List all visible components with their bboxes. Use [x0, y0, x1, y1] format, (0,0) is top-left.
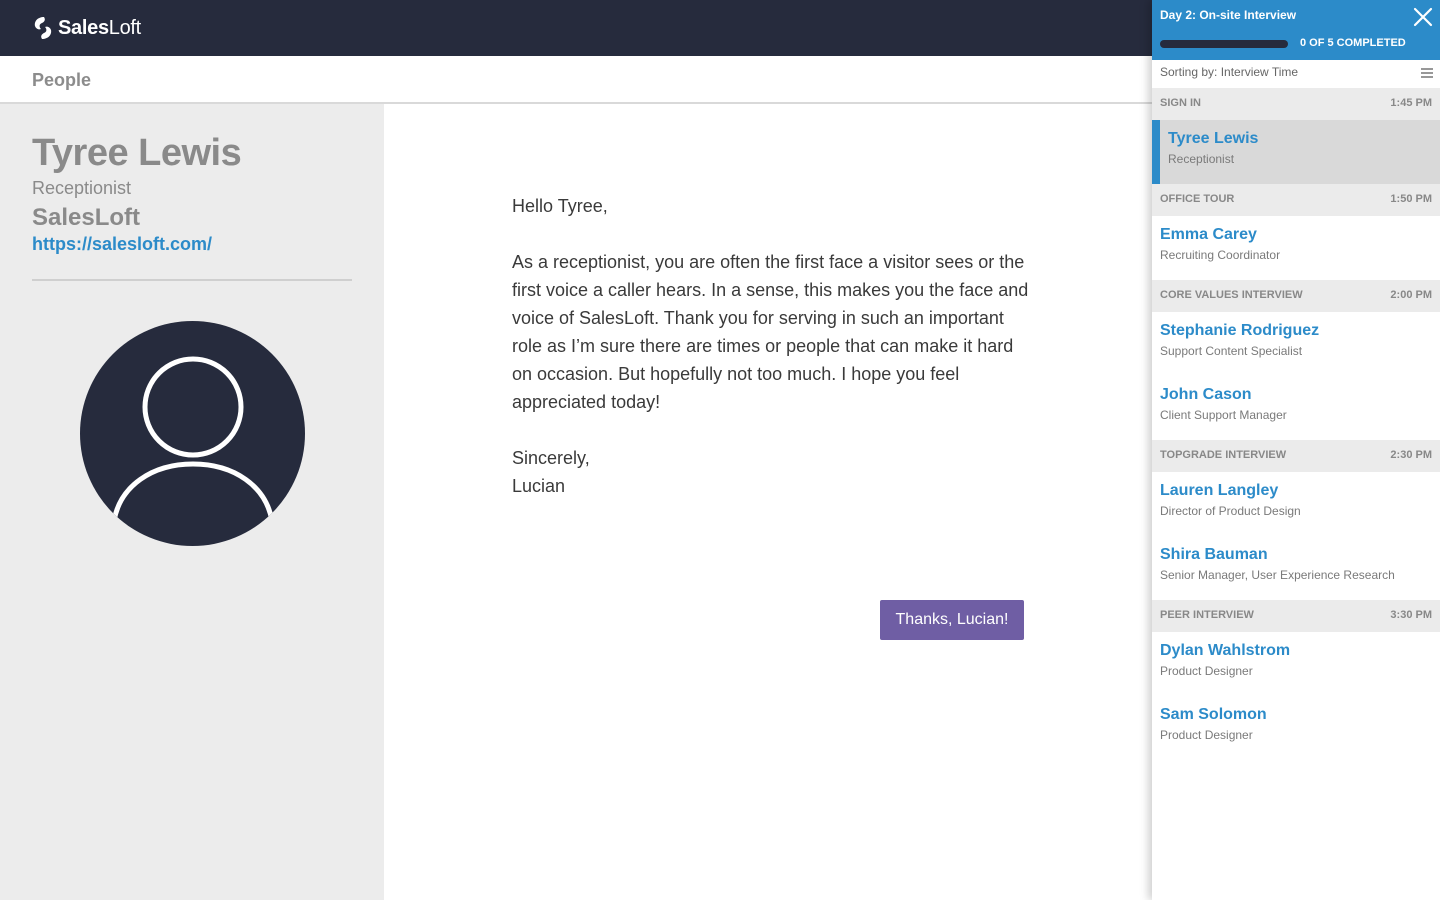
section-time: 1:45 PM: [1390, 97, 1432, 109]
section-time: 2:00 PM: [1390, 289, 1432, 301]
section-label: OFFICE TOUR: [1160, 193, 1235, 205]
page-title[interactable]: People: [32, 70, 91, 91]
sort-label[interactable]: Sorting by: Interview Time: [1160, 65, 1298, 79]
entry-name: Emma Carey: [1160, 226, 1257, 243]
section-header: PEER INTERVIEW 3:30 PM: [1152, 600, 1440, 632]
schedule-entry-tyree-lewis[interactable]: Tyree Lewis Receptionist: [1152, 120, 1440, 184]
person-company: SalesLoft: [32, 204, 141, 231]
breadcrumb-bar: People: [0, 56, 1152, 104]
entry-name: Stephanie Rodriguez: [1160, 322, 1320, 339]
section-header: TOPGRADE INTERVIEW 2:30 PM: [1152, 440, 1440, 472]
letter-signature: Lucian: [512, 476, 566, 496]
logo-text-light: Loft: [108, 16, 141, 39]
entry-role: Product Designer: [1160, 664, 1253, 678]
user-avatar-icon: [111, 356, 275, 522]
avatar: [80, 321, 305, 546]
sidebar-title: Day 2: On-site Interview: [1160, 8, 1297, 22]
section-header: SIGN IN 1:45 PM: [1152, 88, 1440, 120]
letter-greeting: Hello Tyree,: [512, 196, 608, 216]
schedule-entry-sam-solomon[interactable]: Sam Solomon Product Designer: [1152, 696, 1440, 760]
profile-divider: [32, 279, 352, 281]
letter-closing: Sincerely,: [512, 448, 590, 468]
section-time: 1:50 PM: [1390, 193, 1432, 205]
sidebar-header: Day 2: On-site Interview 0 OF 5 COMPLETE…: [1152, 0, 1440, 60]
schedule-entry-stephanie-rodriguez[interactable]: Stephanie Rodriguez Support Content Spec…: [1152, 312, 1440, 376]
entry-role: Director of Product Design: [1160, 504, 1301, 518]
schedule-entry-emma-carey[interactable]: Emma Carey Recruiting Coordinator: [1152, 216, 1440, 280]
section-time: 3:30 PM: [1390, 609, 1432, 621]
entry-role: Recruiting Coordinator: [1160, 248, 1281, 262]
progress-text: 0 OF 5 COMPLETED: [1300, 37, 1406, 49]
schedule-entry-shira-bauman[interactable]: Shira Bauman Senior Manager, User Experi…: [1152, 536, 1440, 600]
person-role: Receptionist: [32, 178, 132, 198]
section-label: TOPGRADE INTERVIEW: [1160, 449, 1287, 461]
person-profile-panel: Tyree Lewis Receptionist SalesLoft https…: [0, 104, 384, 900]
person-website-link[interactable]: https://salesloft.com/: [32, 234, 212, 255]
entry-name: Sam Solomon: [1160, 706, 1267, 723]
hamburger-menu-icon[interactable]: [1420, 66, 1434, 80]
letter-body: As a receptionist, you are often the fir…: [512, 252, 1029, 412]
section-label: PEER INTERVIEW: [1160, 609, 1254, 621]
entry-name: Dylan Wahlstrom: [1160, 642, 1291, 659]
schedule-entry-dylan-wahlstrom[interactable]: Dylan Wahlstrom Product Designer: [1152, 632, 1440, 696]
interview-schedule-sidebar: Day 2: On-site Interview 0 OF 5 COMPLETE…: [1152, 0, 1440, 900]
section-label: CORE VALUES INTERVIEW: [1160, 289, 1303, 301]
entry-role: Product Designer: [1160, 728, 1253, 742]
entry-role: Support Content Specialist: [1160, 344, 1303, 358]
section-header: OFFICE TOUR 1:50 PM: [1152, 184, 1440, 216]
schedule-entry-lauren-langley[interactable]: Lauren Langley Director of Product Desig…: [1152, 472, 1440, 536]
section-header: CORE VALUES INTERVIEW 2:00 PM: [1152, 280, 1440, 312]
salesloft-logo-icon: [34, 17, 52, 39]
progress-bar: [1160, 40, 1288, 48]
entry-role: Senior Manager, User Experience Research: [1160, 568, 1395, 582]
person-name: Tyree Lewis: [32, 132, 242, 174]
salesloft-logo[interactable]: SalesLoft: [32, 16, 141, 40]
close-icon[interactable]: [1412, 6, 1434, 28]
schedule-entry-john-cason[interactable]: John Cason Client Support Manager: [1152, 376, 1440, 440]
sort-row: Sorting by: Interview Time: [1152, 60, 1440, 88]
entry-role: Client Support Manager: [1160, 408, 1287, 422]
entry-role: Receptionist: [1168, 152, 1235, 166]
thanks-button[interactable]: Thanks, Lucian!: [880, 600, 1024, 640]
section-time: 2:30 PM: [1390, 449, 1432, 461]
entry-name: Shira Bauman: [1160, 546, 1268, 563]
entry-name: Tyree Lewis: [1168, 130, 1259, 147]
logo-text-bold: Sales: [58, 16, 109, 39]
letter: Hello Tyree, As a receptionist, you are …: [512, 192, 1032, 500]
message-area: Hello Tyree, As a receptionist, you are …: [384, 104, 1152, 900]
section-label: SIGN IN: [1160, 97, 1201, 109]
entry-name: John Cason: [1160, 386, 1252, 403]
entry-name: Lauren Langley: [1160, 482, 1279, 499]
